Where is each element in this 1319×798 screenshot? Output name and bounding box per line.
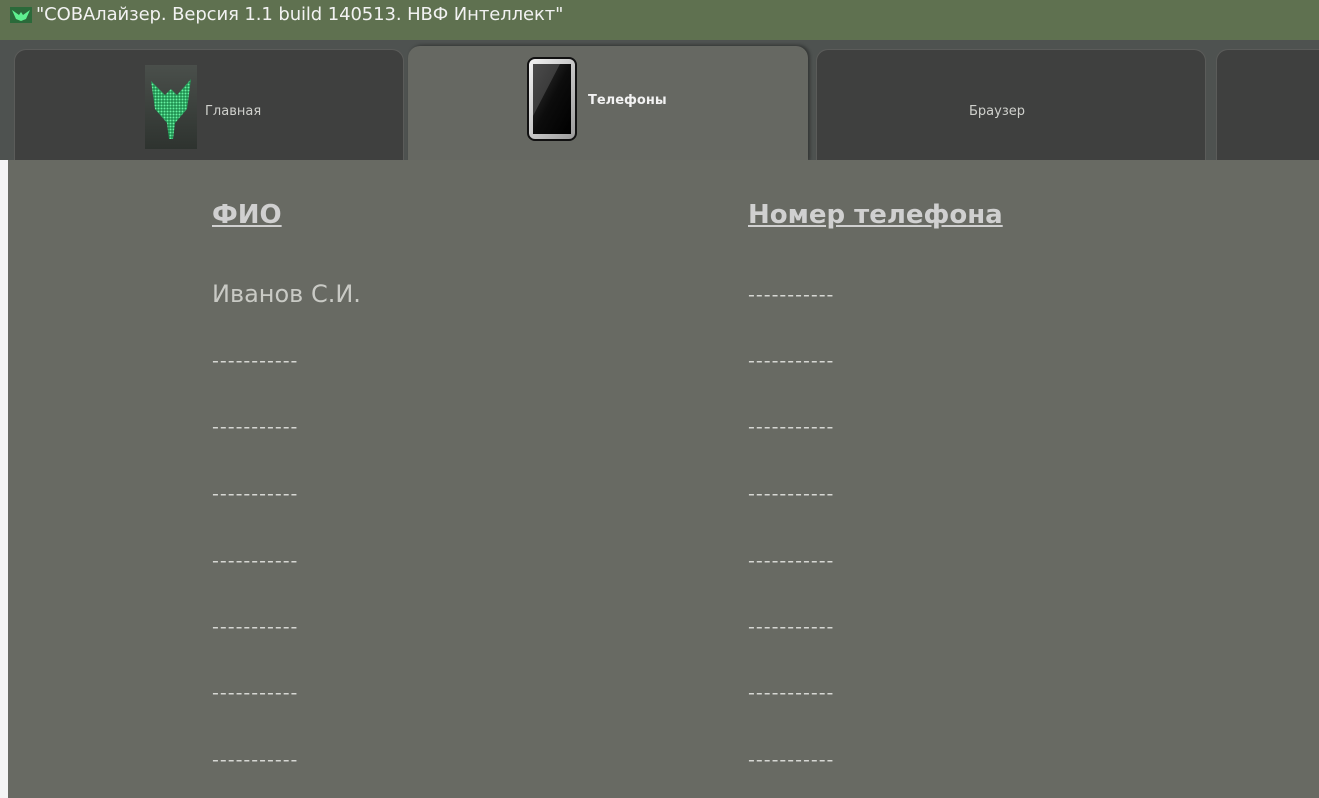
tab-extra[interactable] [1216, 49, 1319, 161]
tab-phones[interactable]: Телефоны [408, 46, 808, 162]
column-header-fio[interactable]: ФИО [212, 200, 282, 230]
table-row-1-fio[interactable]: Иванов С.И. [212, 280, 361, 308]
table-row-2-phone[interactable]: ----------- [748, 350, 834, 372]
window-titlebar: "СОВАлайзер. Версия 1.1 build 140513. НВ… [0, 0, 1319, 40]
tab-main-label: Главная [205, 104, 262, 119]
table-row-8-fio[interactable]: ----------- [212, 749, 298, 771]
owl-icon [145, 65, 197, 153]
column-header-phone[interactable]: Номер телефона [748, 200, 1003, 230]
table-row-3-phone[interactable]: ----------- [748, 416, 834, 438]
window-left-edge [0, 160, 8, 798]
tab-browser[interactable]: Браузер [816, 49, 1206, 161]
table-row-8-phone[interactable]: ----------- [748, 749, 834, 771]
table-row-7-fio[interactable]: ----------- [212, 682, 298, 704]
table-row-5-fio[interactable]: ----------- [212, 550, 298, 572]
window-title: "СОВАлайзер. Версия 1.1 build 140513. НВ… [36, 3, 564, 25]
tab-strip: Главная Браузер Телефоны [0, 40, 1319, 162]
owl-app-icon [6, 2, 36, 28]
table-row-2-fio[interactable]: ----------- [212, 350, 298, 372]
table-row-6-phone[interactable]: ----------- [748, 616, 834, 638]
tab-phones-label: Телефоны [588, 93, 667, 108]
table-row-3-fio[interactable]: ----------- [212, 416, 298, 438]
tablet-icon [526, 56, 580, 148]
table-row-4-phone[interactable]: ----------- [748, 483, 834, 505]
table-row-4-fio[interactable]: ----------- [212, 483, 298, 505]
tab-browser-label: Браузер [969, 104, 1025, 119]
table-row-7-phone[interactable]: ----------- [748, 682, 834, 704]
tab-main[interactable]: Главная [14, 49, 404, 161]
table-row-6-fio[interactable]: ----------- [212, 616, 298, 638]
phones-panel: ФИО Номер телефона Иванов С.И. ---------… [8, 160, 1319, 798]
table-row-5-phone[interactable]: ----------- [748, 550, 834, 572]
table-row-1-phone[interactable]: ----------- [748, 284, 834, 306]
